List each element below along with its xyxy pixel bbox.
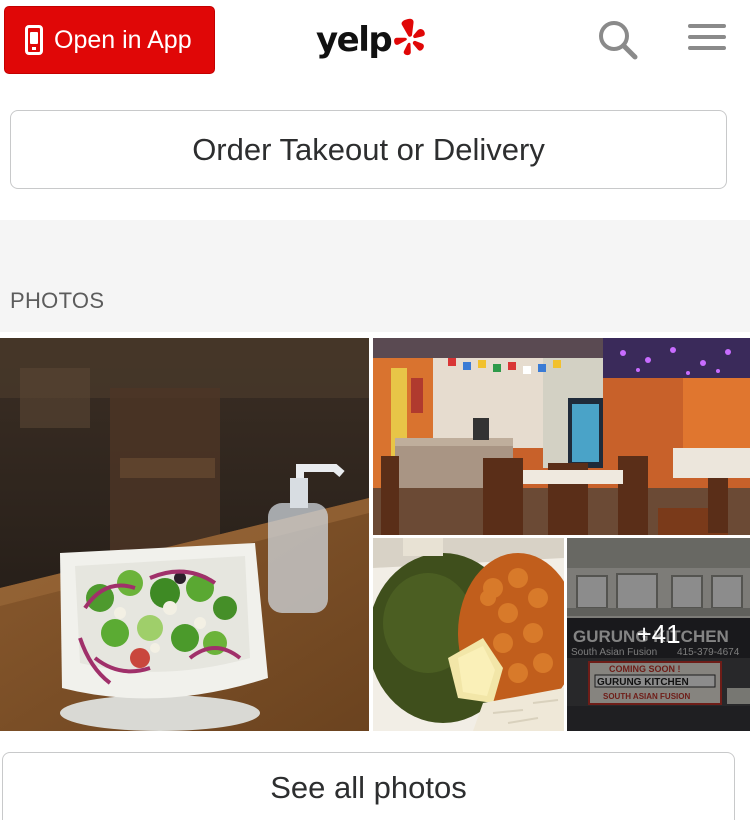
more-photos-overlay[interactable]: +41 xyxy=(567,538,750,731)
curry-photo-image xyxy=(373,538,564,731)
open-in-app-button[interactable]: Open in App xyxy=(4,6,215,74)
photo-curry-dish[interactable] xyxy=(373,538,564,731)
yelp-logo-text: yelp xyxy=(316,20,393,60)
phone-icon xyxy=(25,25,43,55)
yelp-logo[interactable]: yelp xyxy=(316,16,429,64)
more-photos-count: +41 xyxy=(636,619,681,649)
hamburger-menu-icon xyxy=(688,24,728,50)
order-button-label: Order Takeout or Delivery xyxy=(192,131,545,167)
order-takeout-delivery-button[interactable]: Order Takeout or Delivery xyxy=(10,110,727,189)
top-nav-bar: Open in App yelp xyxy=(0,0,750,84)
see-all-photos-label: See all photos xyxy=(270,770,467,805)
salad-photo-image xyxy=(0,338,369,731)
photo-restaurant-interior[interactable] xyxy=(373,338,750,535)
open-in-app-label: Open in App xyxy=(54,25,192,54)
photo-salad[interactable] xyxy=(0,338,369,731)
interior-photo-image xyxy=(373,338,750,535)
photo-storefront-more[interactable]: GURUNG KITCHEN South Asian Fusion 415-37… xyxy=(567,538,750,731)
yelp-burst-icon xyxy=(394,18,426,56)
search-button[interactable] xyxy=(596,18,640,62)
menu-button[interactable] xyxy=(688,24,728,56)
photos-section-heading: PHOTOS xyxy=(10,288,105,313)
section-divider xyxy=(0,220,750,332)
search-icon xyxy=(599,21,638,60)
see-all-photos-button[interactable]: See all photos xyxy=(2,752,735,820)
